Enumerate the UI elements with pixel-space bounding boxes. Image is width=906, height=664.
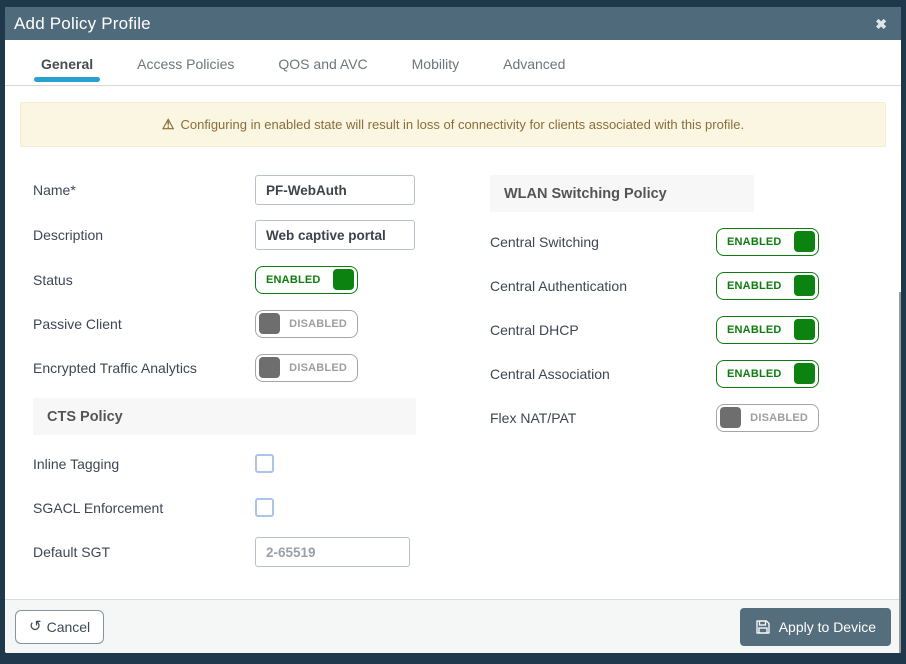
toggle-knob — [333, 269, 354, 290]
tab-mobility[interactable]: Mobility — [409, 56, 462, 85]
section-title: WLAN Switching Policy — [504, 185, 667, 202]
central-authentication-label: Central Authentication — [490, 277, 627, 294]
warning-text: Configuring in enabled state will result… — [180, 117, 745, 132]
name-label: Name* — [33, 182, 76, 198]
encrypted-traffic-analytics-toggle[interactable]: DISABLED — [255, 353, 358, 382]
passive-client-row: Passive Client DISABLED — [33, 309, 416, 338]
add-policy-profile-dialog: Add Policy Profile ✖ General Access Poli… — [5, 7, 901, 653]
cts-policy-section-header: CTS Policy — [33, 398, 416, 435]
name-input[interactable] — [255, 175, 415, 205]
save-icon — [755, 619, 779, 635]
description-row: Description — [33, 220, 416, 250]
toggle-knob — [794, 275, 815, 296]
cancel-button-label: Cancel — [46, 618, 91, 635]
status-toggle[interactable]: ENABLED — [255, 265, 358, 294]
dialog-header: Add Policy Profile ✖ — [5, 7, 901, 40]
flex-nat-pat-row: Flex NAT/PAT DISABLED — [490, 403, 873, 432]
cancel-button[interactable]: ↺ Cancel — [15, 609, 105, 644]
toggle-knob — [259, 313, 280, 334]
tab-bar: General Access Policies QOS and AVC Mobi… — [5, 40, 901, 86]
warning-banner: ⚠ Configuring in enabled state will resu… — [20, 102, 886, 147]
inline-tagging-row: Inline Tagging — [33, 449, 416, 478]
description-input[interactable] — [255, 220, 415, 250]
description-label: Description — [33, 227, 104, 243]
form-area: Name* Description Status ENABLED Passive… — [5, 147, 901, 653]
dialog-title: Add Policy Profile — [14, 13, 151, 33]
central-dhcp-label: Central DHCP — [490, 321, 579, 338]
central-authentication-row: Central Authentication ENABLED — [490, 271, 873, 300]
toggle-state-label: DISABLED — [289, 361, 347, 374]
central-switching-label: Central Switching — [490, 233, 599, 250]
central-dhcp-row: Central DHCP ENABLED — [490, 315, 873, 344]
toggle-state-label: ENABLED — [727, 323, 782, 336]
toggle-knob — [794, 231, 815, 252]
passive-client-label: Passive Client — [33, 315, 122, 332]
toggle-knob — [794, 363, 815, 384]
central-association-label: Central Association — [490, 365, 610, 382]
toggle-state-label: DISABLED — [750, 411, 808, 424]
central-association-toggle[interactable]: ENABLED — [716, 359, 819, 388]
flex-nat-pat-label: Flex NAT/PAT — [490, 409, 577, 426]
tab-advanced[interactable]: Advanced — [500, 56, 568, 85]
section-title: CTS Policy — [47, 408, 123, 425]
tab-general[interactable]: General — [33, 56, 101, 85]
central-switching-row: Central Switching ENABLED — [490, 227, 873, 256]
right-column: WLAN Switching Policy Central Switching … — [490, 175, 873, 599]
status-row: Status ENABLED — [33, 265, 416, 294]
close-icon[interactable]: ✖ — [875, 17, 887, 31]
toggle-knob — [794, 319, 815, 340]
wlan-switching-policy-section-header: WLAN Switching Policy — [490, 175, 754, 212]
name-row: Name* — [33, 175, 416, 205]
central-authentication-toggle[interactable]: ENABLED — [716, 271, 819, 300]
central-dhcp-toggle[interactable]: ENABLED — [716, 315, 819, 344]
toggle-state-label: ENABLED — [727, 367, 782, 380]
central-association-row: Central Association ENABLED — [490, 359, 873, 388]
inline-tagging-label: Inline Tagging — [33, 455, 120, 472]
toggle-state-label: ENABLED — [727, 279, 782, 292]
encrypted-traffic-analytics-label: Encrypted Traffic Analytics — [33, 359, 197, 376]
inline-tagging-checkbox[interactable] — [255, 454, 274, 473]
default-sgt-label: Default SGT — [33, 544, 111, 560]
scrollbar[interactable] — [899, 292, 901, 653]
default-sgt-input[interactable] — [255, 537, 410, 567]
tab-access-policies[interactable]: Access Policies — [134, 56, 237, 85]
sgacl-enforcement-label: SGACL Enforcement — [33, 499, 164, 516]
toggle-state-label: ENABLED — [727, 235, 782, 248]
toggle-knob — [720, 407, 741, 428]
toggle-knob — [259, 357, 280, 378]
encrypted-traffic-analytics-row: Encrypted Traffic Analytics DISABLED — [33, 353, 416, 382]
sgacl-enforcement-checkbox[interactable] — [255, 498, 274, 517]
passive-client-toggle[interactable]: DISABLED — [255, 309, 358, 338]
toggle-state-label: DISABLED — [289, 317, 347, 330]
central-switching-toggle[interactable]: ENABLED — [716, 227, 819, 256]
default-sgt-row: Default SGT — [33, 537, 416, 567]
status-label: Status — [33, 271, 73, 288]
warning-icon: ⚠ — [161, 116, 175, 132]
toggle-state-label: ENABLED — [266, 273, 321, 286]
apply-button-label: Apply to Device — [778, 618, 876, 635]
left-column: Name* Description Status ENABLED Passive… — [33, 175, 416, 599]
apply-to-device-button[interactable]: Apply to Device — [739, 607, 891, 646]
undo-icon: ↺ — [29, 618, 42, 635]
tab-qos-and-avc[interactable]: QOS and AVC — [275, 56, 370, 85]
dialog-footer: ↺ Cancel Apply to Device — [5, 599, 901, 653]
flex-nat-pat-toggle[interactable]: DISABLED — [716, 403, 819, 432]
sgacl-enforcement-row: SGACL Enforcement — [33, 493, 416, 522]
